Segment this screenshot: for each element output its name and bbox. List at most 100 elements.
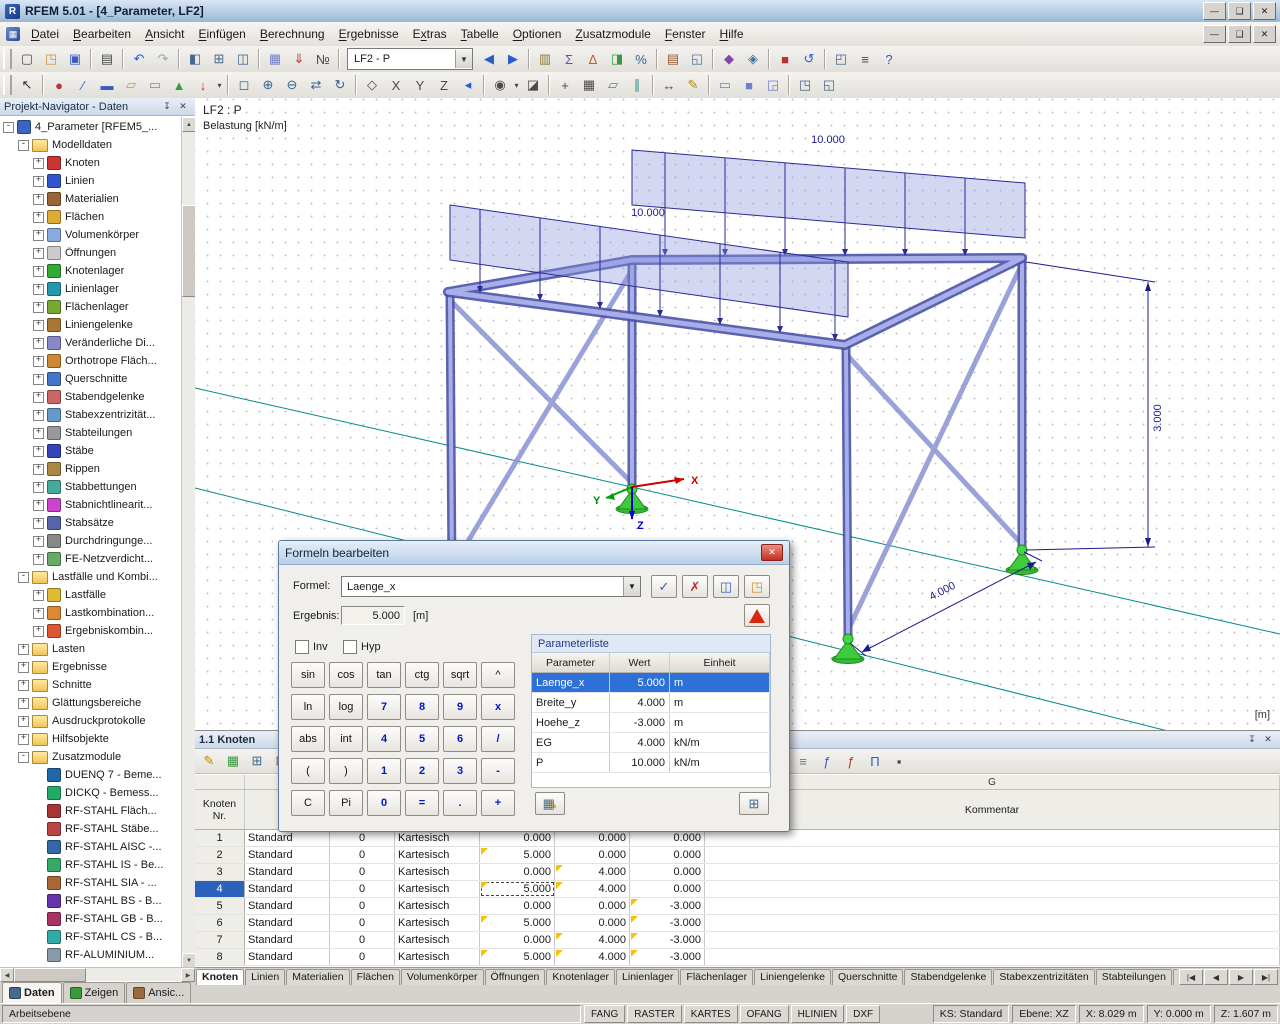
coordinate-z-cell[interactable]: 0.000: [630, 847, 705, 863]
table-tab-linienlager[interactable]: Linienlager: [616, 969, 679, 986]
row-number-cell[interactable]: 3: [195, 864, 245, 880]
close-icon[interactable]: ✕: [175, 99, 191, 114]
error-warning-button[interactable]: [744, 604, 770, 627]
tree-item-rf-stahl-gb-b[interactable]: RF-STAHL GB - B...: [0, 910, 195, 928]
menu-ergebnisse[interactable]: Ergebnisse: [332, 23, 406, 45]
expander-plus-icon[interactable]: +: [18, 734, 29, 745]
snap-icon[interactable]: +: [554, 74, 576, 96]
coordinate-z-cell[interactable]: -3.000: [630, 949, 705, 965]
row-number-cell[interactable]: 2: [195, 847, 245, 863]
tree-item-lastfaelle-und-kombi[interactable]: -Lastfälle und Kombi...: [0, 568, 195, 586]
tree-item-rf-stahl-aisc[interactable]: RF-STAHL AISC -...: [0, 838, 195, 856]
expander-plus-icon[interactable]: +: [33, 446, 44, 457]
zoom-out-icon[interactable]: ⊖: [281, 74, 303, 96]
row-insert-icon[interactable]: ⊞: [246, 750, 268, 772]
margin-view-icon[interactable]: ◳: [794, 74, 816, 96]
parameter-row-breite-y[interactable]: Breite_y4.000m: [532, 693, 770, 713]
coordinate-z-cell[interactable]: 0.000: [630, 830, 705, 846]
tree-item-lastfaelle[interactable]: +Lastfälle: [0, 586, 195, 604]
coordinate-system-cell[interactable]: Kartesisch: [395, 915, 480, 931]
calc-button-9[interactable]: 9: [443, 694, 477, 720]
stop-calculation-icon[interactable]: ■: [774, 48, 796, 70]
redo-icon[interactable]: ↷: [152, 48, 174, 70]
reference-node-cell[interactable]: 0: [330, 932, 395, 948]
tree-item-stabexzentrizitaet[interactable]: +Stabexzentrizität...: [0, 406, 195, 424]
dialog-title-bar[interactable]: Formeln bearbeiten ✕: [279, 541, 789, 565]
checkbox-icon[interactable]: [343, 640, 357, 654]
reference-node-cell[interactable]: 0: [330, 949, 395, 965]
reference-node-cell[interactable]: 0: [330, 915, 395, 931]
new-member-icon[interactable]: ▬: [96, 74, 118, 96]
navigator-horizontal-scrollbar[interactable]: ◀ ▶: [0, 967, 195, 981]
tree-item-rf-stahl-sia[interactable]: RF-STAHL SIA - ...: [0, 874, 195, 892]
tree-item-veraenderliche-di[interactable]: +Veränderliche Di...: [0, 334, 195, 352]
row-number-cell[interactable]: 8: [195, 949, 245, 965]
tree-item-rf-aluminium[interactable]: RF-ALUMINIUM...: [0, 946, 195, 964]
calc-button-1[interactable]: 1: [367, 758, 401, 784]
expander-plus-icon[interactable]: +: [33, 518, 44, 529]
apply-formula-button[interactable]: ✓: [651, 575, 677, 598]
table-tab-querschnitte[interactable]: Querschnitte: [832, 969, 904, 986]
menu-datei[interactable]: Datei: [24, 23, 66, 45]
grid-icon[interactable]: ▦: [578, 74, 600, 96]
menu-hilfe[interactable]: Hilfe: [713, 23, 751, 45]
expander-plus-icon[interactable]: +: [33, 608, 44, 619]
expander-minus-icon[interactable]: -: [18, 572, 29, 583]
window-maximize-button[interactable]: ❑: [1228, 2, 1251, 20]
workplane-icon[interactable]: ▱: [602, 74, 624, 96]
tree-item-hilfsobjekte[interactable]: +Hilfsobjekte: [0, 730, 195, 748]
calc-button-4[interactable]: 4: [367, 726, 401, 752]
navigator-vertical-scrollbar[interactable]: ▲ ▼: [181, 117, 195, 968]
tree-item-rf-stahl-cs-b[interactable]: RF-STAHL CS - B...: [0, 928, 195, 946]
new-window-icon[interactable]: ◰: [830, 48, 852, 70]
load-generator-icon[interactable]: ◆: [718, 48, 740, 70]
tree-item-volumenkoerper[interactable]: +Volumenkörper: [0, 226, 195, 244]
coordinate-y-cell[interactable]: 0.000: [555, 847, 630, 863]
coordinate-z-cell[interactable]: 0.000: [630, 864, 705, 880]
clipping-icon[interactable]: ◪: [522, 74, 544, 96]
expander-minus-icon[interactable]: -: [18, 140, 29, 151]
height-dimension[interactable]: 3.000: [1026, 262, 1164, 550]
coordinate-x-cell[interactable]: 5.000: [480, 949, 555, 965]
printout-report-icon[interactable]: ▤: [662, 48, 684, 70]
new-file-icon[interactable]: ▢: [16, 48, 38, 70]
tree-item-flaechen[interactable]: +Flächen: [0, 208, 195, 226]
coordinate-y-cell[interactable]: 0.000: [555, 898, 630, 914]
tree-item-materialien[interactable]: +Materialien: [0, 190, 195, 208]
navigator-tab-zeigen[interactable]: Zeigen: [63, 982, 126, 1003]
reference-node-cell[interactable]: 0: [330, 830, 395, 846]
calc-button-5[interactable]: 5: [405, 726, 439, 752]
add-modules-icon[interactable]: ◈: [742, 48, 764, 70]
print-icon[interactable]: ▤: [96, 48, 118, 70]
previous-table-tab-button[interactable]: ◀: [1204, 969, 1228, 985]
calc-button-equals[interactable]: =: [405, 790, 439, 816]
refresh-view-icon[interactable]: ↺: [798, 48, 820, 70]
result-values-icon[interactable]: %: [630, 48, 652, 70]
table-tab-stabteilungen[interactable]: Stabteilungen: [1096, 969, 1172, 986]
expander-plus-icon[interactable]: +: [18, 716, 29, 727]
menu-tabelle[interactable]: Tabelle: [454, 23, 506, 45]
wireframe-icon[interactable]: ▭: [714, 74, 736, 96]
tree-item-stabteilungen[interactable]: +Stabteilungen: [0, 424, 195, 442]
calc-button-plus[interactable]: +: [481, 790, 515, 816]
calc-button-paren-close[interactable]: ): [329, 758, 363, 784]
save-formula-button[interactable]: ◫: [713, 575, 739, 598]
tree-item-staebe[interactable]: +Stäbe: [0, 442, 195, 460]
formula-combobox[interactable]: Laenge_x ▼: [341, 576, 641, 597]
row-number-cell[interactable]: 7: [195, 932, 245, 948]
row-number-cell[interactable]: 4: [195, 881, 245, 897]
pan-icon[interactable]: ⇄: [305, 74, 327, 96]
calc-button-7[interactable]: 7: [367, 694, 401, 720]
mdi-close-button[interactable]: ✕: [1253, 25, 1276, 43]
expander-plus-icon[interactable]: +: [33, 158, 44, 169]
coordinate-z-cell[interactable]: -3.000: [630, 915, 705, 931]
previous-loadcase-icon[interactable]: ◀: [478, 48, 500, 70]
expander-plus-icon[interactable]: +: [33, 464, 44, 475]
coordinate-x-cell[interactable]: 5.000: [480, 915, 555, 931]
expander-plus-icon[interactable]: +: [33, 230, 44, 241]
coordinate-y-cell[interactable]: 0.000: [555, 830, 630, 846]
expander-plus-icon[interactable]: +: [33, 626, 44, 637]
navigator-toggle-icon[interactable]: ◧: [184, 48, 206, 70]
calc-button-ctg[interactable]: ctg: [405, 662, 439, 688]
tree-item-knoten[interactable]: +Knoten: [0, 154, 195, 172]
